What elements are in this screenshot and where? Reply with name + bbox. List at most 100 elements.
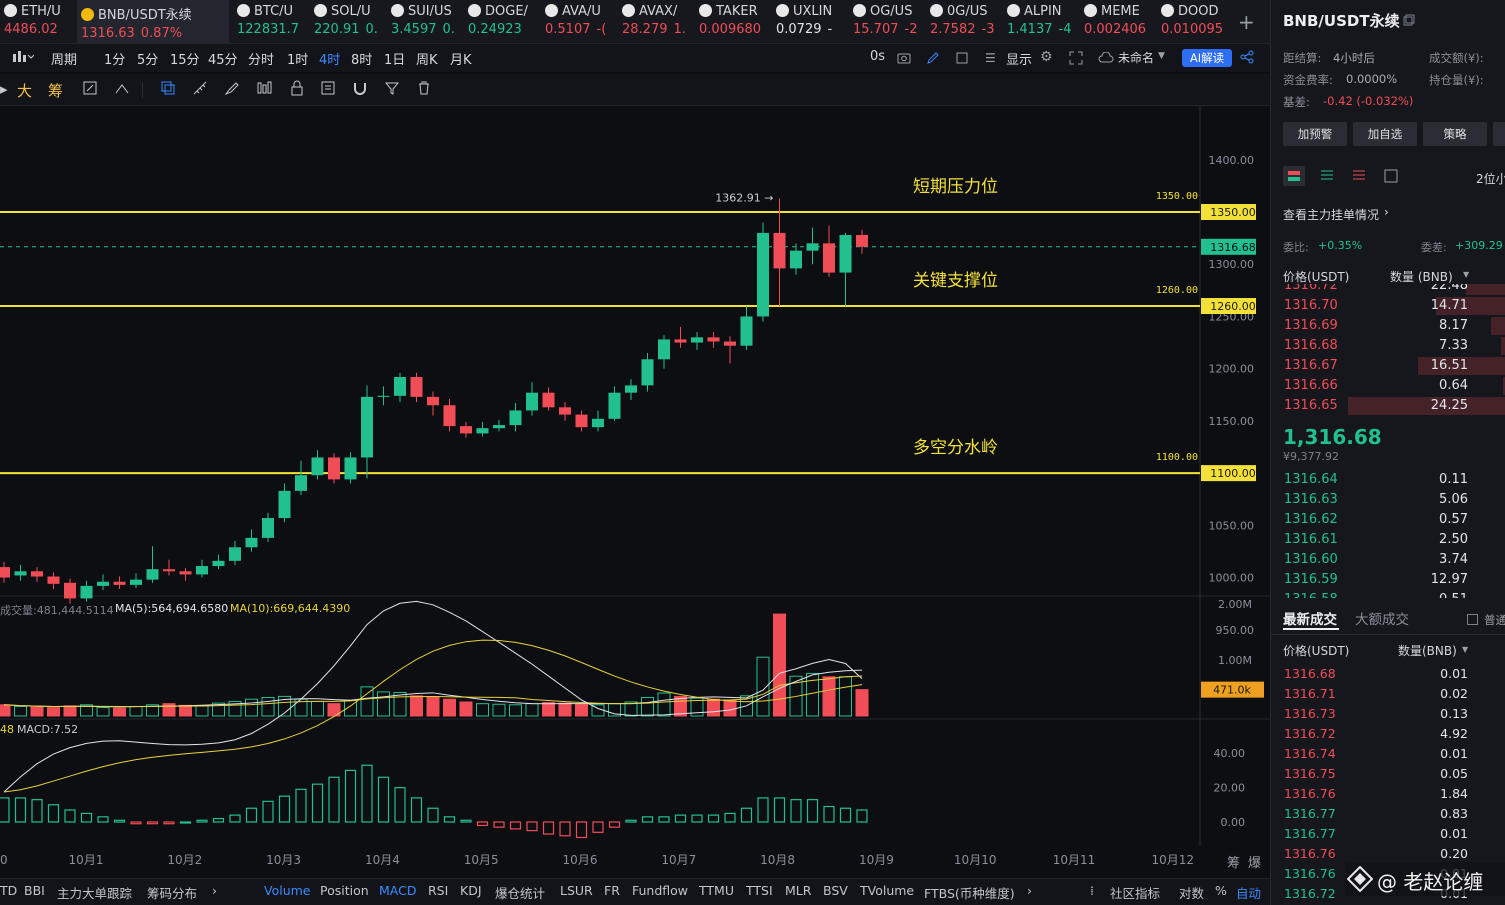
ticker-tab[interactable]: OG/US 15.707 -2: [849, 0, 926, 43]
candle-body[interactable]: [674, 339, 687, 343]
candle-body[interactable]: [773, 232, 786, 269]
log-scale-toggle[interactable]: 对数: [1179, 883, 1204, 902]
candle-body[interactable]: [839, 234, 852, 273]
ticker-tab[interactable]: BNB/USDT永续 1316.63 0.87%: [77, 0, 229, 43]
tool-menu-icon[interactable]: ▸: [0, 80, 8, 98]
candle-body[interactable]: [163, 569, 175, 572]
candle-body[interactable]: [278, 490, 291, 519]
indicator-tab[interactable]: FR: [604, 883, 620, 898]
candle-body[interactable]: [658, 339, 670, 360]
ticker-tab[interactable]: AVA/U 0.5107 -(: [541, 0, 618, 43]
community-indicators-link[interactable]: 社区指标: [1110, 883, 1160, 902]
trash-icon[interactable]: [416, 80, 432, 100]
candle-body[interactable]: [575, 414, 588, 428]
bid-row[interactable]: 1316.63 5.06: [1271, 490, 1505, 510]
add-watchlist-button[interactable]: 加自选: [1353, 122, 1417, 146]
add-alert-button[interactable]: 加预警: [1283, 122, 1347, 146]
candle-body[interactable]: [47, 576, 60, 584]
ticker-tab[interactable]: DOGE/0.24923: [464, 0, 541, 43]
expand-icon[interactable]: [955, 51, 969, 68]
list-icon[interactable]: ☰: [985, 51, 996, 65]
percent-scale-toggle[interactable]: %: [1215, 883, 1227, 898]
cloud-icon[interactable]: [1098, 51, 1114, 67]
indicator-icon[interactable]: [114, 80, 130, 100]
candle-body[interactable]: [295, 475, 307, 491]
indicator-tab[interactable]: TVolume: [860, 883, 914, 898]
candle-body[interactable]: [212, 560, 225, 567]
kline-chart[interactable]: 1400.001350.001300.001250.001200.001150.…: [0, 106, 1270, 878]
candle-body[interactable]: [410, 377, 423, 397]
settings-icon[interactable]: ⚙: [1040, 49, 1053, 65]
indicator-tab[interactable]: 主力大单跟踪: [57, 883, 132, 902]
candle-body[interactable]: [707, 337, 720, 342]
indicator-tab[interactable]: 爆仓统计: [495, 883, 545, 902]
layout-name-dropdown[interactable]: 未命名: [1118, 49, 1154, 66]
fullscreen-icon[interactable]: [1069, 51, 1083, 68]
trades-qty-header[interactable]: 数量(BNB): [1398, 642, 1457, 659]
indicator-tab[interactable]: BSV: [823, 883, 848, 898]
chevron-right-icon[interactable]: ›: [1027, 883, 1032, 898]
candle-body[interactable]: [509, 410, 522, 426]
ruler-icon[interactable]: [192, 80, 208, 100]
ask-row[interactable]: 1316.72 22.48: [1271, 284, 1505, 296]
ask-row[interactable]: 1316.65 24.25: [1271, 396, 1505, 416]
orderbook-bids-icon[interactable]: [1319, 168, 1335, 187]
indicator-tab[interactable]: MLR: [785, 883, 811, 898]
candle-body[interactable]: [64, 582, 76, 599]
timeframe-9[interactable]: 1日: [384, 49, 405, 68]
bid-row[interactable]: 1316.62 0.57: [1271, 510, 1505, 530]
candle-body[interactable]: [130, 579, 142, 585]
indicator-tab[interactable]: TTMU: [699, 883, 734, 898]
indicator-tab[interactable]: Position: [320, 883, 369, 898]
candle-body[interactable]: [740, 316, 753, 346]
orderbook-expand-icon[interactable]: [1383, 168, 1399, 187]
indicator-tab[interactable]: TTSI: [746, 883, 773, 898]
note-icon[interactable]: [320, 80, 336, 100]
timeframe-7[interactable]: 4时: [319, 49, 340, 68]
bid-row[interactable]: 1316.64 0.11: [1271, 470, 1505, 490]
candle-body[interactable]: [757, 232, 769, 317]
timeframe-4[interactable]: 45分: [208, 49, 238, 68]
orderbook-both-icon[interactable]: [1283, 166, 1305, 186]
magnet-icon[interactable]: [352, 80, 368, 100]
candle-body[interactable]: [823, 243, 835, 273]
candle-body[interactable]: [146, 569, 159, 580]
indicator-tab[interactable]: Fundflow: [632, 883, 688, 898]
ask-row[interactable]: 1316.68 7.33: [1271, 336, 1505, 356]
indicator-tab[interactable]: MACD: [379, 883, 416, 898]
candle-body[interactable]: [31, 571, 43, 577]
candle-body[interactable]: [476, 428, 489, 434]
indicator-tab[interactable]: RSI: [428, 883, 448, 898]
copy-icon[interactable]: [1403, 14, 1415, 29]
indicator-tab[interactable]: 筹码分布: [147, 883, 197, 902]
candle-body[interactable]: [80, 585, 93, 599]
ticker-tab[interactable]: BTC/U 122831.7: [233, 0, 310, 43]
ticker-tab[interactable]: DOOD 0.010095: [1157, 0, 1234, 43]
extra-button[interactable]: [1493, 122, 1505, 146]
ask-row[interactable]: 1316.67 16.51: [1271, 356, 1505, 376]
orderbook-asks-icon[interactable]: [1351, 168, 1367, 187]
timeframe-5[interactable]: 分时: [248, 49, 274, 68]
timeframe-8[interactable]: 8时: [351, 49, 372, 68]
ticker-tab[interactable]: UXLIN 0.0729-: [772, 0, 849, 43]
tab-latest-trades[interactable]: 最新成交: [1283, 608, 1337, 628]
view-main-orders-link[interactable]: 查看主力挂单情况: [1283, 206, 1379, 223]
bid-row[interactable]: 1316.60 3.74: [1271, 550, 1505, 570]
ai-analyze-button[interactable]: AI解读: [1182, 49, 1232, 67]
candle-body[interactable]: [460, 426, 472, 434]
chevron-right-icon[interactable]: ›: [212, 883, 217, 898]
candle-body[interactable]: [724, 341, 736, 346]
candle-body[interactable]: [691, 337, 703, 343]
ask-row[interactable]: 1316.70 14.71: [1271, 296, 1505, 316]
candle-body[interactable]: [625, 385, 637, 393]
candle-body[interactable]: [14, 571, 27, 576]
candle-body[interactable]: [806, 243, 819, 251]
filter-icon[interactable]: [384, 80, 400, 100]
ask-row[interactable]: 1316.69 8.17: [1271, 316, 1505, 336]
candle-body[interactable]: [790, 250, 802, 269]
camera-icon[interactable]: [897, 51, 911, 67]
tool-big-orders[interactable]: 大: [17, 80, 32, 101]
candle-body[interactable]: [328, 457, 340, 480]
indicator-tab[interactable]: BBI: [24, 883, 45, 898]
ticker-tab[interactable]: ETH/U 4486.02: [0, 0, 77, 43]
